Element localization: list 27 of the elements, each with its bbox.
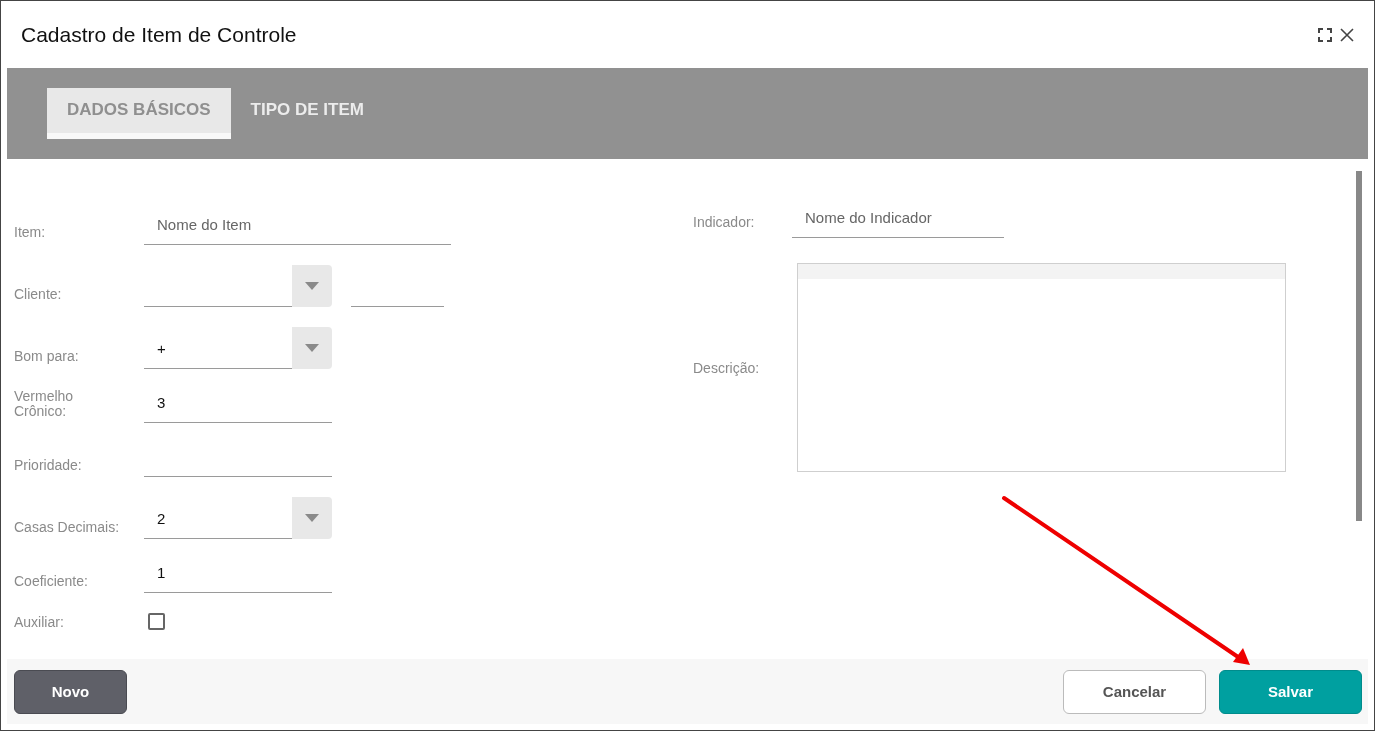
text-field[interactable]: Nome do Indicador [792,204,1004,238]
field-label: Bom para: [14,349,80,367]
field-label: Coeficiente: [14,573,89,591]
field-label: Casas Decimais: [14,519,121,537]
field-label: Prioridade: [14,457,83,475]
caret-icon [305,344,319,352]
field-label: Descrição: [693,359,761,376]
caret-icon [305,514,319,523]
text-field[interactable]: 3 [144,389,332,424]
action-button[interactable]: Novo [14,669,127,714]
window-title: Cadastro de Item de Controle [21,22,298,47]
field-label: Indicador: [693,214,756,232]
field-label: Vermelho Crônico: [14,389,75,421]
text-field[interactable]: 1 [144,559,332,594]
dropdown-button[interactable] [292,327,332,369]
field-label: Cliente: [14,287,63,305]
dropdown-button[interactable] [292,497,332,540]
checkbox[interactable] [148,613,165,631]
caret-icon [305,282,319,290]
action-button[interactable]: Cancelar [1063,669,1206,714]
text-field[interactable]: Nome do Item [144,211,451,245]
maximize-icon[interactable] [1318,27,1332,42]
field-label: Item: [14,225,47,243]
scrollbar-thumb[interactable] [1356,171,1362,521]
dropdown-button[interactable] [292,265,332,307]
close-icon[interactable] [1340,27,1354,42]
field-label: Auxiliar: [14,614,65,632]
